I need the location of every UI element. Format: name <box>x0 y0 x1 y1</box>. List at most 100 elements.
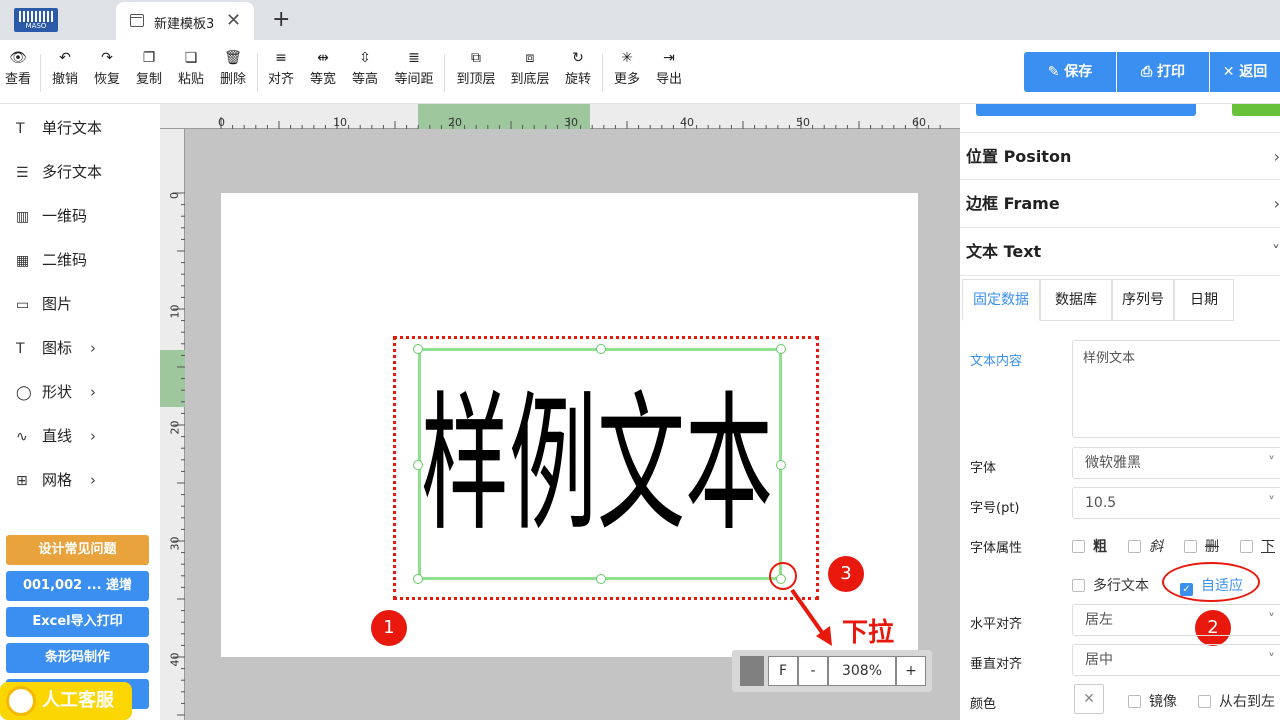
annotation-1: 1 <box>371 610 407 646</box>
tab-fixed-data[interactable]: 固定数据 <box>962 279 1040 321</box>
send-to-back-button[interactable]: ⧈ 到底层 <box>508 48 552 87</box>
save-button[interactable]: ✎ 保存 <box>1024 52 1116 92</box>
sidebar-item-line[interactable]: ∿ 直线 › <box>16 422 146 450</box>
sidebar-item-barcode[interactable]: ▥ 一维码 <box>16 202 146 230</box>
section-position[interactable]: 位置 Positon › <box>960 132 1280 180</box>
sidebar-item-label: 网格 <box>42 471 73 489</box>
align-button[interactable]: ≡ 对齐 <box>266 48 296 87</box>
close-tab-icon[interactable]: ✕ <box>226 10 241 31</box>
section-text[interactable]: 文本 Text ˅ <box>960 228 1280 276</box>
italic-checkbox[interactable]: 斜 <box>1128 536 1163 556</box>
text-element[interactable]: 样例文本 <box>418 348 782 580</box>
mirror-checkbox[interactable]: 镜像 <box>1128 691 1177 711</box>
halign-value: 居左 <box>1085 612 1113 628</box>
halign-select[interactable]: 居左 ˅ <box>1072 604 1280 636</box>
equal-width-button[interactable]: ⇹ 等宽 <box>308 48 338 87</box>
valign-select[interactable]: 居中 ˅ <box>1072 644 1280 676</box>
grid-icon: ⊞ <box>16 473 28 489</box>
multiline-checkbox[interactable]: 多行文本 <box>1072 575 1149 595</box>
redo-button[interactable]: ↷ 恢复 <box>92 48 122 87</box>
faq-button[interactable]: 设计常见问题 <box>6 535 149 565</box>
delete-button[interactable]: 🗑 删除 <box>218 48 248 87</box>
pull-down-label: 下拉 <box>842 618 895 648</box>
back-button[interactable]: ✕ 返回 <box>1210 52 1280 92</box>
sidebar-item-qrcode[interactable]: ▦ 二维码 <box>16 246 146 274</box>
color-swatch[interactable] <box>740 656 764 686</box>
section-title: 文本 Text <box>966 242 1042 261</box>
tab-template[interactable]: 新建模板3 ✕ <box>116 2 254 40</box>
toolbar-label: 恢复 <box>93 72 120 87</box>
fit-button[interactable]: F <box>768 656 798 686</box>
resize-handle[interactable] <box>413 574 423 584</box>
italic-label: 斜 <box>1149 539 1163 555</box>
view-button[interactable]: 👁 查看 <box>4 48 32 87</box>
text-content-label: 文本内容 <box>970 354 1023 369</box>
multiline-label: 多行文本 <box>1093 578 1149 594</box>
chevron-down-icon: ˅ <box>1268 495 1275 511</box>
customer-service-label: 人工客服 <box>42 690 114 711</box>
zoom-level[interactable]: 308% <box>828 656 896 686</box>
rtl-checkbox[interactable]: 从右到左 <box>1198 691 1275 711</box>
bold-checkbox[interactable]: 粗 <box>1072 536 1107 556</box>
sidebar-item-shape[interactable]: ◯ 形状 › <box>16 378 146 406</box>
tab-serial[interactable]: 序列号 <box>1112 279 1174 321</box>
paste-button[interactable]: ❏ 粘贴 <box>176 48 206 87</box>
equal-height-button[interactable]: ⇳ 等高 <box>350 48 380 87</box>
sidebar-item-grid[interactable]: ⊞ 网格 › <box>16 466 146 494</box>
tab-database[interactable]: 数据库 <box>1040 279 1112 321</box>
ruler-label: 0 <box>218 116 225 129</box>
annotation-3: 3 <box>828 556 864 592</box>
undo-button[interactable]: ↶ 撤销 <box>50 48 80 87</box>
font-value: 微软雅黑 <box>1085 455 1141 471</box>
ruler-label: 20 <box>168 420 182 435</box>
underline-checkbox[interactable]: 下 <box>1240 536 1275 556</box>
tab-date[interactable]: 日期 <box>1174 279 1234 321</box>
print-button[interactable]: ⎙ 打印 <box>1117 52 1209 92</box>
size-label: 字号(pt) <box>970 501 1020 516</box>
new-tab-button[interactable]: + <box>272 7 290 32</box>
toolbar-label: 等高 <box>351 72 378 87</box>
resize-handle[interactable] <box>596 344 606 354</box>
sidebar-item-single-text[interactable]: T 单行文本 <box>16 114 146 142</box>
barcode-make-button[interactable]: 条形码制作 <box>6 643 149 673</box>
rotate-button[interactable]: ↻ 旋转 <box>563 48 593 87</box>
increment-button[interactable]: 001,002 ... 递增 <box>6 571 149 601</box>
sidebar-item-icons[interactable]: T 图标 › <box>16 334 146 362</box>
checkbox-icon <box>1072 540 1085 553</box>
color-label: 颜色 <box>970 697 997 712</box>
size-select[interactable]: 10.5 ˅ <box>1072 487 1280 519</box>
toolbar-label: 复制 <box>135 72 162 87</box>
font-select[interactable]: 微软雅黑 ˅ <box>1072 447 1280 479</box>
color-picker[interactable]: ✕ <box>1074 684 1104 714</box>
strike-checkbox[interactable]: 删 <box>1184 536 1219 556</box>
more-button[interactable]: ✳ 更多 <box>612 48 642 87</box>
customer-service-button[interactable]: 人工客服 <box>0 682 132 720</box>
bring-to-front-button[interactable]: ⧉ 到顶层 <box>454 48 498 87</box>
resize-handle[interactable] <box>413 344 423 354</box>
excel-import-button[interactable]: Excel导入打印 <box>6 607 149 637</box>
canvas-area[interactable]: 0 10 20 30 40 50 60 0 10 20 30 40 样例文本 3… <box>160 104 960 720</box>
toolbar-label: 到底层 <box>510 72 550 87</box>
sidebar-item-multi-text[interactable]: ☰ 多行文本 <box>16 158 146 186</box>
sidebar-item-label: 形状 <box>42 383 73 401</box>
resize-handle[interactable] <box>776 344 786 354</box>
properties-panel: 位置 Positon › 边框 Frame › 文本 Text ˅ 固定数据 数据库 … <box>960 104 1280 720</box>
resize-handle[interactable] <box>596 574 606 584</box>
panel-top-button[interactable] <box>976 104 1196 116</box>
divider <box>40 54 41 92</box>
section-title: 位置 Positon <box>966 147 1072 166</box>
zoom-out-button[interactable]: - <box>798 656 828 686</box>
resize-handle[interactable] <box>413 460 423 470</box>
panel-top-button-green[interactable] <box>1232 104 1280 116</box>
equal-spacing-button[interactable]: ≣ 等间距 <box>392 48 436 87</box>
checkbox-icon <box>1240 540 1253 553</box>
sidebar-item-image[interactable]: ▭ 图片 <box>16 290 146 318</box>
export-button[interactable]: ⇥ 导出 <box>654 48 684 87</box>
text-content-input[interactable]: 样例文本 <box>1072 340 1280 438</box>
resize-handle[interactable] <box>776 460 786 470</box>
section-frame[interactable]: 边框 Frame › <box>960 180 1280 228</box>
copy-button[interactable]: ❐ 复制 <box>134 48 164 87</box>
zoom-in-button[interactable]: + <box>896 656 926 686</box>
sidebar-item-label: 图片 <box>42 295 73 313</box>
toolbar-label: 导出 <box>655 72 682 87</box>
